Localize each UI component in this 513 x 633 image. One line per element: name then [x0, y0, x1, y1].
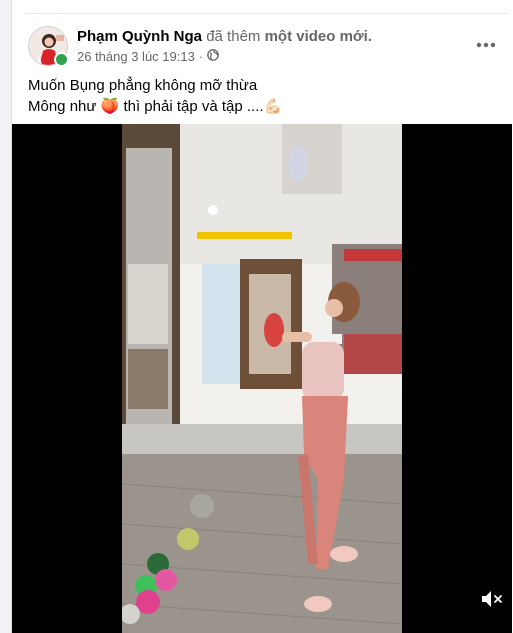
- divider: [24, 13, 508, 14]
- more-dots-icon: [476, 35, 496, 53]
- post-text: Muốn Bụng phẳng không mỡ thừa Mông như 🍑…: [28, 75, 282, 117]
- online-status-dot: [54, 52, 69, 67]
- action-link[interactable]: một video mới.: [265, 28, 372, 45]
- speaker-muted-icon: [480, 590, 504, 613]
- peach-emoji: 🍑: [100, 98, 120, 115]
- video-player[interactable]: [12, 124, 512, 633]
- post-meta: 26 tháng 3 lúc 19:13 ·: [77, 49, 220, 64]
- author-name-link[interactable]: Phạm Quỳnh Nga: [77, 28, 202, 45]
- post-card: Phạm Quỳnh Nga đã thêm một video mới. 26…: [11, 0, 513, 633]
- more-options-button[interactable]: [472, 30, 500, 58]
- avatar[interactable]: [28, 26, 69, 67]
- post-text-line-1: Muốn Bụng phẳng không mỡ thừa: [28, 77, 258, 94]
- globe-icon: [207, 49, 220, 64]
- video-frame[interactable]: [122, 124, 402, 633]
- post-text-line-2: Mông như 🍑 thì phải tập và tập ....💪🏻: [28, 98, 283, 115]
- flexed-biceps-emoji: 💪🏻: [263, 98, 283, 115]
- post-header: Phạm Quỳnh Nga đã thêm một video mới.: [77, 28, 372, 45]
- action-prefix: đã thêm: [206, 28, 261, 45]
- post-timestamp[interactable]: 26 tháng 3 lúc 19:13: [77, 49, 195, 64]
- mute-button[interactable]: [478, 589, 506, 613]
